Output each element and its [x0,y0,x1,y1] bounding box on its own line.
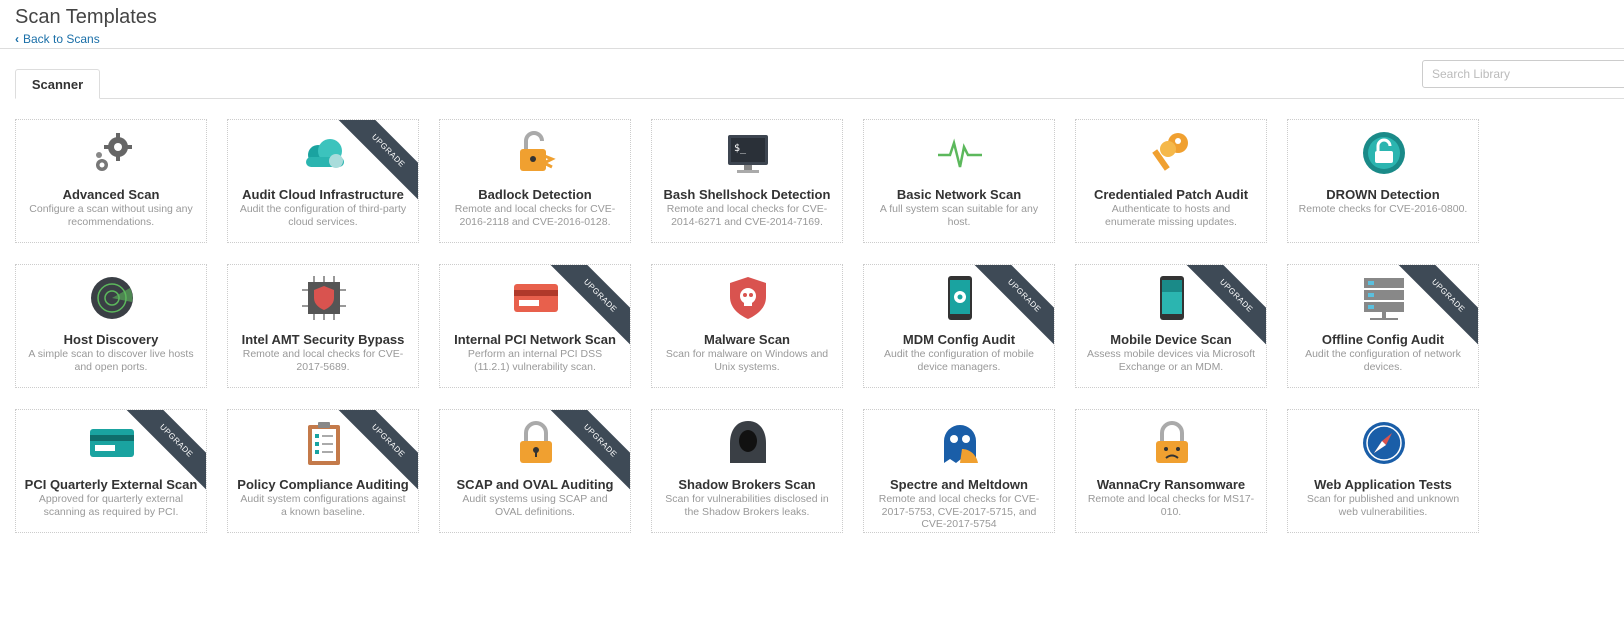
template-description: A simple scan to discover live hosts and… [28,348,194,373]
template-description: Audit the configuration of network devic… [1305,348,1461,373]
template-title: Host Discovery [63,332,159,347]
keys-icon [1147,128,1197,178]
template-card-host-discovery[interactable]: Host Discovery A simple scan to discover … [15,264,207,388]
template-card-drown-detection[interactable]: DROWN Detection Remote checks for CVE-201… [1287,119,1479,243]
template-description: Configure a scan without using any recom… [29,203,193,228]
template-card-credentialed-patch-audit[interactable]: Credentialed Patch Audit Authenticate to … [1075,119,1267,243]
phone-icon [1147,273,1197,323]
tab-bar-divider [15,98,1624,99]
template-description: Perform an internal PCI DSS (11.2.1) vul… [467,348,603,373]
template-title: SCAP and OVAL Auditing [456,477,614,492]
chip-shield-icon [299,273,349,323]
terminal-icon: $_ [723,128,773,178]
template-description: Scan for vulnerabilities disclosed in th… [665,493,829,518]
back-to-scans-link[interactable]: ‹ Back to Scans [15,32,157,46]
template-title: Badlock Detection [478,187,592,202]
lock-icon [511,418,561,468]
template-description: Remote and local checks for CVE-2016-211… [454,203,616,228]
template-description: Authenticate to hosts and enumerate miss… [1105,203,1237,228]
template-card-shadow-brokers-scan[interactable]: Shadow Brokers Scan Scan for vulnerabilit… [651,409,843,533]
template-title: Internal PCI Network Scan [454,332,616,347]
template-title: Web Application Tests [1314,477,1452,492]
template-title: Basic Network Scan [896,187,1022,202]
template-title: Offline Config Audit [1321,332,1445,347]
template-card-web-application-tests[interactable]: Web Application Tests Scan for published … [1287,409,1479,533]
template-card-audit-cloud-infrastructure[interactable]: Audit Cloud Infrastructure Audit the conf… [227,119,419,243]
svg-text:$_: $_ [734,143,747,154]
hooded-figure-icon [723,418,773,468]
clipboard-icon [299,418,349,468]
template-title: DROWN Detection [1326,187,1440,202]
template-card-spectre-and-meltdown[interactable]: Spectre and Meltdown Remote and local che… [863,409,1055,533]
template-description: Approved for quarterly external scanning… [38,493,184,518]
template-title: Credentialed Patch Audit [1093,187,1249,202]
template-description: Audit the configuration of mobile device… [883,348,1034,373]
back-link-label: Back to Scans [23,32,100,46]
header-divider [0,48,1624,49]
template-description: Remote and local checks for MS17-010. [1087,493,1255,518]
teal-card-icon [87,418,137,468]
gears-icon [87,128,137,178]
template-card-malware-scan[interactable]: Malware Scan Scan for malware on Windows … [651,264,843,388]
template-description: Remote and local checks for CVE-2017-575… [878,493,1040,530]
ghost-icon [935,418,985,468]
template-card-bash-shellshock-detection[interactable]: $_ Bash Shellshock Detection Remote and lo… [651,119,843,243]
template-card-mdm-config-audit[interactable]: MDM Config Audit Audit the configuration … [863,264,1055,388]
template-title: Shadow Brokers Scan [678,477,816,492]
drown-lock-icon [1359,128,1409,178]
skull-shield-icon [723,273,773,323]
template-card-basic-network-scan[interactable]: Basic Network Scan A full system scan sui… [863,119,1055,243]
template-card-scap-and-oval-auditing[interactable]: SCAP and OVAL Auditing Audit systems usin… [439,409,631,533]
template-title: Audit Cloud Infrastructure [242,187,404,202]
template-title: Bash Shellshock Detection [663,187,831,202]
template-card-internal-pci-network-scan[interactable]: Internal PCI Network Scan Perform an inte… [439,264,631,388]
template-title: Intel AMT Security Bypass [241,332,405,347]
template-card-badlock-detection[interactable]: Badlock Detection Remote and local checks… [439,119,631,243]
template-grid: Advanced Scan Configure a scan without us… [15,119,1479,533]
server-icon [1359,273,1409,323]
broken-lock-icon [511,128,561,178]
phone-gear-icon [935,273,985,323]
template-title: PCI Quarterly External Scan [24,477,198,492]
template-description: Scan for published and unknown web vulne… [1306,493,1460,518]
page-title: Scan Templates [15,6,157,28]
template-card-offline-config-audit[interactable]: Offline Config Audit Audit the configurat… [1287,264,1479,388]
template-card-pci-quarterly-external-scan[interactable]: PCI Quarterly External Scan Approved for … [15,409,207,533]
template-description: Audit system configurations against a kn… [240,493,406,518]
radar-icon [87,273,137,323]
template-card-wannacry-ransomware[interactable]: WannaCry Ransomware Remote and local chec… [1075,409,1267,533]
template-card-policy-compliance-auditing[interactable]: Policy Compliance Auditing Audit system c… [227,409,419,533]
template-title: MDM Config Audit [902,332,1016,347]
template-description: Remote checks for CVE-2016-0800. [1298,203,1468,215]
template-title: Advanced Scan [62,187,160,202]
template-title: Mobile Device Scan [1110,332,1232,347]
template-description: A full system scan suitable for any host… [879,203,1039,228]
sad-lock-icon [1147,418,1197,468]
template-title: Spectre and Meltdown [890,477,1028,492]
template-description: Scan for malware on Windows and Unix sys… [665,348,829,373]
template-description: Remote and local checks for CVE-2017-568… [242,348,404,373]
template-title: Malware Scan [704,332,790,347]
compass-icon [1359,418,1409,468]
template-card-advanced-scan[interactable]: Advanced Scan Configure a scan without us… [15,119,207,243]
pulse-icon [935,128,985,178]
template-card-intel-amt-security-bypass[interactable]: Intel AMT Security Bypass Remote and loca… [227,264,419,388]
template-card-mobile-device-scan[interactable]: Mobile Device Scan Assess mobile devices … [1075,264,1267,388]
template-description: Remote and local checks for CVE-2014-627… [666,203,828,228]
template-description: Audit systems using SCAP and OVAL defini… [462,493,608,518]
tab-scanner[interactable]: Scanner [15,69,100,99]
template-description: Audit the configuration of third-party c… [239,203,407,228]
search-library-input[interactable] [1422,60,1624,88]
template-title: WannaCry Ransomware [1096,477,1246,492]
cloud-icon [299,128,349,178]
red-card-icon [511,273,561,323]
template-description: Assess mobile devices via Microsoft Exch… [1086,348,1256,373]
chevron-left-icon: ‹ [15,32,19,46]
page-header: Scan Templates ‹ Back to Scans [15,6,157,46]
template-title: Policy Compliance Auditing [237,477,409,492]
